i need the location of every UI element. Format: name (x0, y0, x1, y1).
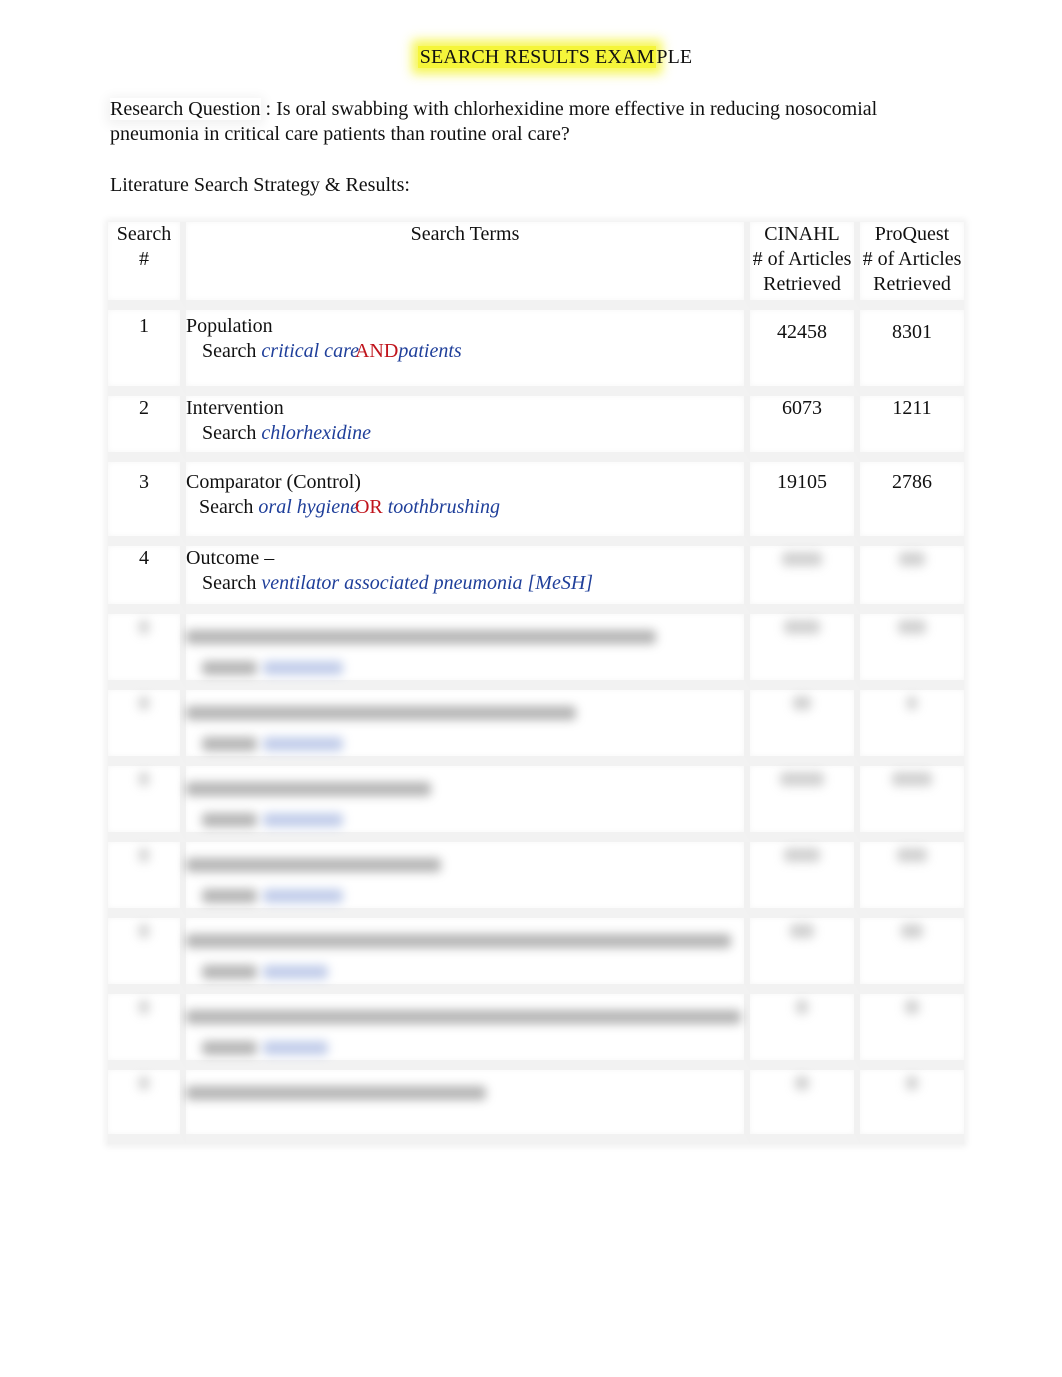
header-text: Retrieved (873, 273, 951, 295)
row-terms-blurred (186, 614, 750, 690)
header-text: CINAHL (764, 223, 840, 245)
proquest-count: 2786 (860, 462, 964, 546)
row-terms-blurred (186, 918, 750, 994)
table-row-blurred (108, 1070, 964, 1144)
cinahl-count-blurred (750, 1070, 860, 1144)
row-number: 4 (108, 546, 186, 614)
row-number-blurred (108, 1070, 186, 1144)
header-text: # of Articles (752, 248, 852, 270)
row-search-line: Search oral hygieneOR toothbrushing (186, 495, 744, 520)
research-question-label: Research Question (110, 98, 261, 120)
blurred-rows (108, 614, 964, 1144)
search-term-text: patients (398, 340, 462, 362)
table-row-blurred (108, 690, 964, 766)
table-row: 2 Intervention Search chlorhexidine 6073… (108, 396, 964, 462)
row-search-line: Search chlorhexidine (186, 421, 744, 446)
boolean-operator: AND (354, 340, 399, 362)
row-terms: Comparator (Control) Search oral hygiene… (186, 462, 750, 546)
row-search-line: Search ventilator associated pneumonia [… (186, 571, 744, 596)
header-search-number: Search # (108, 222, 186, 310)
header-text: # of Articles (862, 248, 962, 270)
search-term-text: toothbrushing (387, 496, 500, 518)
search-label: Search (199, 496, 254, 518)
section-heading: Literature Search Strategy & Results: (110, 174, 410, 196)
table-row: 1 Population Search critical careANDpati… (108, 310, 964, 396)
title-highlighted: SEARCH RESULTS EXAM (417, 46, 657, 68)
header-text: # (139, 248, 149, 270)
search-term: ventilator associated pneumonia [MeSH] (261, 572, 594, 594)
table-row-blurred (108, 766, 964, 842)
row-number-blurred (108, 614, 186, 690)
search-term: critical careANDpatients (261, 340, 461, 362)
boolean-operator: OR (354, 496, 383, 518)
row-number-blurred (108, 918, 186, 994)
proquest-count-blurred (860, 842, 964, 918)
cinahl-count: 42458 (750, 310, 860, 396)
proquest-count-blurred (860, 546, 964, 614)
title-rest: PLE (656, 46, 693, 68)
cinahl-count: 6073 (750, 396, 860, 462)
search-term: chlorhexidine (261, 422, 372, 444)
table-row-blurred (108, 918, 964, 994)
header-cinahl: CINAHL # of Articles Retrieved (750, 222, 860, 310)
proquest-count-blurred (860, 766, 964, 842)
row-terms-blurred (186, 842, 750, 918)
search-term-text: oral hygiene (258, 496, 359, 518)
search-label: Search (202, 340, 257, 362)
table-row-blurred (108, 994, 964, 1070)
proquest-count-blurred (860, 918, 964, 994)
cinahl-count-blurred (750, 546, 860, 614)
row-terms-blurred (186, 1070, 750, 1144)
cinahl-count-blurred (750, 614, 860, 690)
proquest-count-blurred (860, 690, 964, 766)
cinahl-count-blurred (750, 994, 860, 1070)
row-terms: Population Search critical careANDpatien… (186, 310, 750, 396)
header-text: ProQuest (874, 223, 950, 245)
proquest-count-blurred (860, 994, 964, 1070)
cinahl-count: 19105 (750, 462, 860, 546)
cinahl-count-blurred (750, 766, 860, 842)
row-number: 2 (108, 396, 186, 462)
table-row: 4 Outcome – Search ventilator associated… (108, 546, 964, 614)
header-text: Search (116, 223, 172, 245)
row-terms-blurred (186, 994, 750, 1070)
page-title: SEARCH RESULTS EXAM PLE (0, 46, 1062, 69)
proquest-count: 1211 (860, 396, 964, 462)
row-number-blurred (108, 766, 186, 842)
research-question: Research Question : Is oral swabbing wit… (110, 97, 940, 147)
header-text: Retrieved (763, 273, 841, 295)
row-number-blurred (108, 690, 186, 766)
row-terms-blurred (186, 766, 750, 842)
proquest-count-blurred (860, 1070, 964, 1144)
row-terms: Intervention Search chlorhexidine (186, 396, 750, 462)
search-term-text: critical care (261, 340, 359, 362)
row-search-line: Search critical careANDpatients (186, 339, 744, 364)
research-question-sep: : (260, 98, 277, 120)
search-results-table: Search # Search Terms CINAHL # of Articl… (108, 222, 964, 1144)
header-proquest: ProQuest # of Articles Retrieved (860, 222, 964, 310)
table-header-row: Search # Search Terms CINAHL # of Articl… (108, 222, 964, 310)
table-row-blurred (108, 842, 964, 918)
row-category: Population (186, 315, 273, 337)
proquest-count: 8301 (860, 310, 964, 396)
row-number-blurred (108, 994, 186, 1070)
row-number: 1 (108, 310, 186, 396)
cinahl-count-blurred (750, 842, 860, 918)
cinahl-count-blurred (750, 690, 860, 766)
search-label: Search (202, 572, 257, 594)
row-terms: Outcome – Search ventilator associated p… (186, 546, 750, 614)
row-category: Outcome – (186, 547, 275, 569)
row-terms-blurred (186, 690, 750, 766)
row-number: 3 (108, 462, 186, 546)
search-label: Search (202, 422, 257, 444)
table-row-blurred (108, 614, 964, 690)
proquest-count-blurred (860, 614, 964, 690)
row-category: Intervention (186, 397, 284, 419)
row-category: Comparator (Control) (186, 471, 361, 493)
row-number-blurred (108, 842, 186, 918)
search-term: oral hygieneOR toothbrushing (258, 496, 500, 518)
table-row: 3 Comparator (Control) Search oral hygie… (108, 462, 964, 546)
header-search-terms: Search Terms (186, 222, 750, 310)
cinahl-count-blurred (750, 918, 860, 994)
